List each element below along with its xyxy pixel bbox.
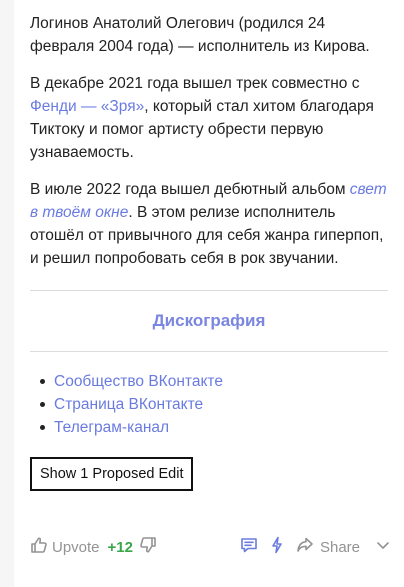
- share-button[interactable]: Share: [296, 536, 360, 558]
- downvote-button[interactable]: [139, 536, 157, 558]
- list-item: Страница ВКонтакте: [40, 393, 388, 416]
- upvote-count: +12: [107, 538, 133, 556]
- answer-content: Логинов Анатолий Олегович (родился 24 фе…: [30, 12, 388, 491]
- section-divider-bottom: [30, 351, 388, 352]
- lightning-icon: [270, 536, 284, 558]
- album-text-pre: В июле 2022 года вышел дебютный альбом: [30, 181, 350, 198]
- thumbs-down-icon: [139, 536, 157, 558]
- list-item: Сообщество ВКонтакте: [40, 370, 388, 393]
- fendi-link[interactable]: Фенди: [30, 98, 77, 115]
- telegram-link[interactable]: Телеграм-канал: [54, 419, 169, 436]
- bio-text: Логинов Анатолий Олегович (родился 24 фе…: [30, 15, 370, 55]
- boost-button[interactable]: [270, 536, 284, 558]
- more-options-button[interactable]: [376, 538, 390, 556]
- track-paragraph: В декабре 2021 года вышел трек совместно…: [30, 72, 388, 164]
- vk-page-link[interactable]: Страница ВКонтакте: [54, 396, 203, 413]
- discography-heading[interactable]: Дискография: [30, 291, 388, 351]
- zrya-link[interactable]: «Зря»: [101, 98, 144, 115]
- comment-button[interactable]: [240, 536, 258, 558]
- social-links-list: Сообщество ВКонтакте Страница ВКонтакте …: [30, 370, 388, 439]
- upvote-label: Upvote: [52, 538, 100, 556]
- chevron-down-icon: [376, 538, 390, 556]
- upvote-button[interactable]: Upvote: [30, 536, 100, 558]
- show-proposed-edit-button[interactable]: Show 1 Proposed Edit: [30, 457, 194, 491]
- track-text-pre: В декабре 2021 года вышел трек совместно…: [30, 75, 360, 92]
- share-label: Share: [319, 538, 360, 556]
- list-item: Телеграм-канал: [40, 416, 388, 439]
- vk-community-link[interactable]: Сообщество ВКонтакте: [54, 373, 223, 390]
- answer-card: Логинов Анатолий Олегович (родился 24 фе…: [14, 0, 404, 587]
- thumbs-up-icon: [30, 536, 52, 558]
- track-dash: —: [76, 98, 101, 115]
- album-paragraph: В июле 2022 года вышел дебютный альбом с…: [30, 178, 388, 270]
- comment-icon: [240, 536, 258, 558]
- action-bar: Upvote +12 Share: [30, 536, 390, 558]
- bio-paragraph: Логинов Анатолий Олегович (родился 24 фе…: [30, 12, 388, 58]
- page: Логинов Анатолий Олегович (родился 24 фе…: [0, 0, 404, 587]
- share-icon: [296, 536, 320, 558]
